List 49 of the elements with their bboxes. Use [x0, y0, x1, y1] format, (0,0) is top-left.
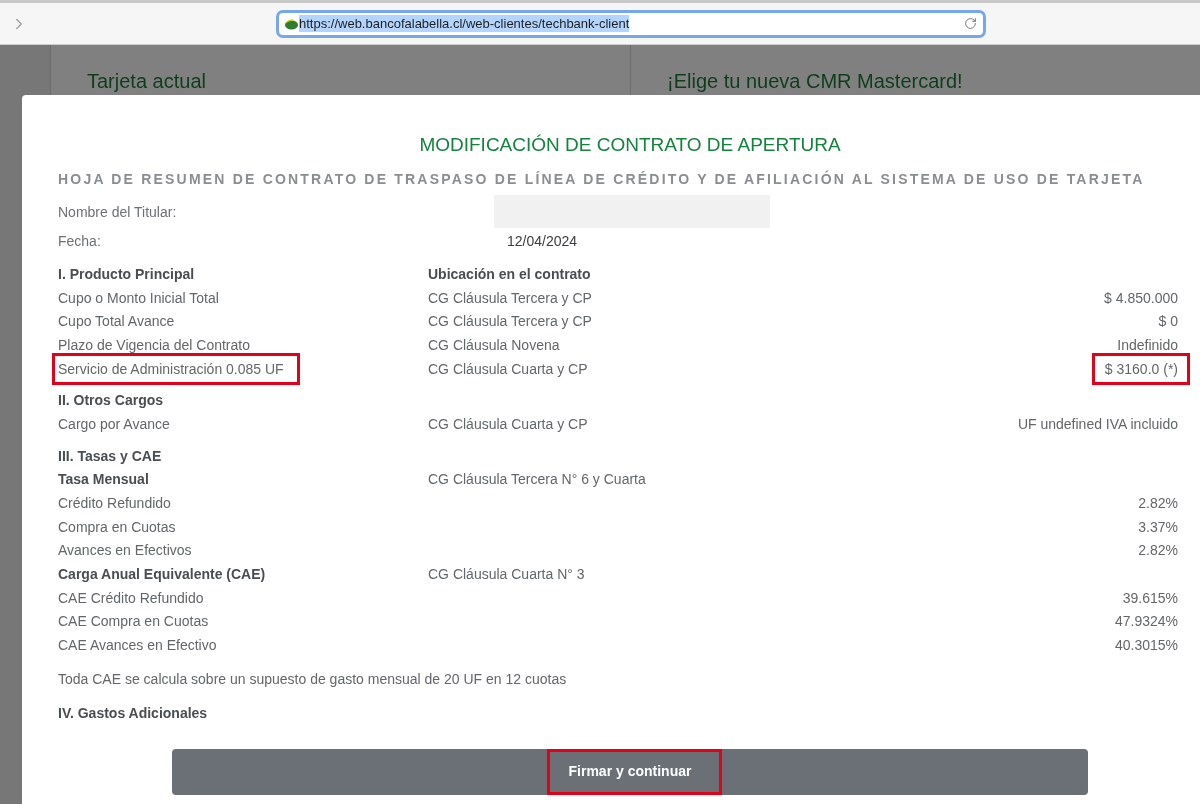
address-bar[interactable]: https://web.bancofalabella.cl/web-clientes/techbank-client	[276, 9, 986, 38]
row-value: 3.37%	[1138, 517, 1178, 537]
leaf-icon	[284, 17, 298, 30]
row-label: CAE Avances en Efectivo	[58, 636, 217, 656]
section-heading: III. Tasas y CAE	[58, 446, 162, 466]
section-heading: IV. Gastos Adicionales	[58, 703, 208, 723]
row-label: Cargo por Avance	[58, 414, 170, 434]
subsection-heading: Tasa Mensual	[58, 470, 149, 490]
row-label: Avances en Efectivos	[58, 541, 192, 561]
row-value: 39.615%	[1122, 588, 1178, 608]
row-label: Cupo o Monto Inicial Total	[58, 288, 219, 308]
row-value: $ 4.850.000	[1104, 288, 1178, 308]
dialog-subtitle: HOJA DE RESUMEN DE CONTRATO DE TRASPASO DE LÍNEA DE CRÉDITO Y DE AFILIACIÓN AL SISTEMA DE USO DE TARJETA	[58, 169, 1145, 189]
url-text: https://web.bancofalabella.cl/web-clientes/techbank-client	[299, 15, 630, 32]
row-value: 40.3015%	[1114, 636, 1178, 656]
clause-reference: CG Cláusula Tercera y CP	[428, 312, 592, 332]
card-title: Tarjeta actual	[87, 70, 206, 92]
row-value: $ 0	[1158, 312, 1178, 332]
clause-reference: CG Cláusula Tercera N° 6 y Cuarta	[428, 470, 646, 490]
row-value: 2.82%	[1138, 494, 1178, 514]
row-label: CAE Crédito Refundido	[58, 588, 204, 608]
card-title: ¡Elige tu nueva CMR Mastercard!	[667, 70, 963, 92]
subsection-heading: Carga Anual Equivalente (CAE)	[58, 565, 266, 585]
reload-icon[interactable]	[964, 17, 977, 30]
field-label: Nombre del Titular:	[58, 203, 177, 220]
row-label: Plazo de Vigencia del Contrato	[58, 335, 250, 355]
clause-reference: CG Cláusula Cuarta y CP	[428, 359, 588, 379]
row-label: Servicio de Administración 0.085 UF	[58, 359, 284, 379]
row-value: 2.82%	[1138, 541, 1178, 561]
section-heading: II. Otros Cargos	[58, 391, 164, 411]
clause-reference: CG Cláusula Cuarta N° 3	[428, 565, 585, 585]
field-label: Fecha:	[58, 233, 101, 249]
clause-reference: CG Cláusula Novena	[428, 335, 560, 355]
footnote-text: Toda CAE se calcula sobre un supuesto de gasto mensual de 20 UF en 12 cuotas	[58, 670, 567, 689]
row-value: Indefinido	[1117, 335, 1178, 355]
section-heading: I. Producto Principal	[58, 264, 195, 284]
row-value: 47.9324%	[1114, 612, 1178, 632]
clause-reference: CG Cláusula Cuarta y CP	[428, 414, 588, 434]
row-label: CAE Compra en Cuotas	[58, 612, 209, 632]
row-label: Crédito Refundido	[58, 494, 171, 514]
row-value: $ 3160.0 (*)	[1104, 359, 1178, 379]
sign-continue-button[interactable]: Firmar y continuar	[172, 748, 1088, 795]
row-value: UF undefined IVA incluido	[1017, 414, 1178, 434]
row-label: Cupo Total Avance	[58, 312, 175, 332]
clause-reference: CG Cláusula Tercera y CP	[428, 288, 592, 308]
column-heading: Ubicación en el contrato	[428, 264, 591, 284]
field-value: 12/04/2024	[507, 232, 578, 251]
row-label: Compra en Cuotas	[58, 517, 176, 537]
dialog-title: MODIFICACIÓN DE CONTRATO DE APERTURA	[418, 133, 842, 157]
